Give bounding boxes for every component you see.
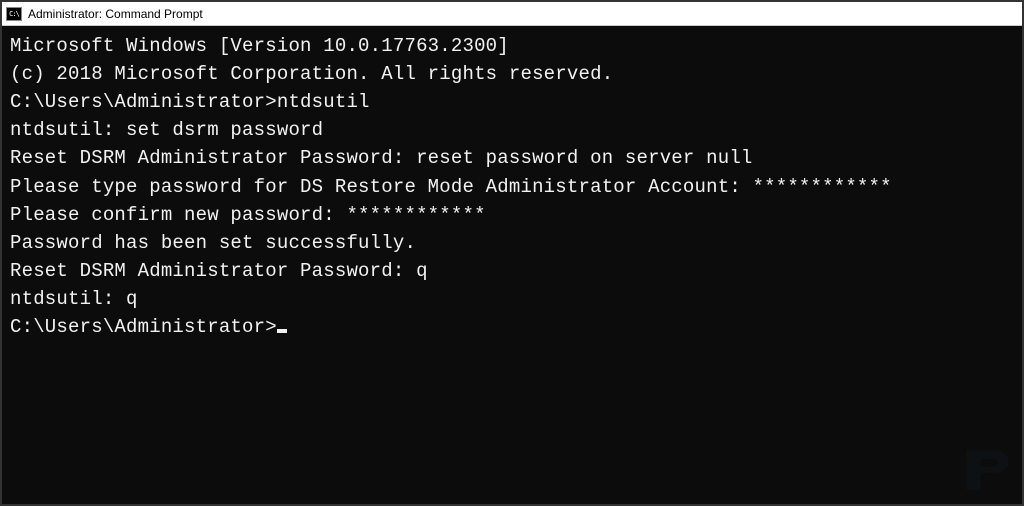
terminal-line: Reset DSRM Administrator Password: reset…	[10, 144, 1014, 172]
terminal-line: Microsoft Windows [Version 10.0.17763.23…	[10, 32, 1014, 60]
cmd-icon: C:\	[6, 7, 22, 21]
terminal-prompt-line: C:\Users\Administrator>	[10, 313, 1014, 341]
terminal-line: ntdsutil: q	[10, 285, 1014, 313]
window-title: Administrator: Command Prompt	[28, 7, 203, 21]
terminal-cursor	[277, 329, 287, 333]
terminal-line: ntdsutil: set dsrm password	[10, 116, 1014, 144]
terminal-line: Please confirm new password: ***********…	[10, 201, 1014, 229]
terminal-prompt: C:\Users\Administrator>	[10, 316, 277, 338]
terminal-line: (c) 2018 Microsoft Corporation. All righ…	[10, 60, 1014, 88]
terminal-line: Password has been set successfully.	[10, 229, 1014, 257]
terminal-line: Please type password for DS Restore Mode…	[10, 173, 1014, 201]
window-titlebar[interactable]: C:\ Administrator: Command Prompt	[2, 2, 1022, 26]
terminal-line: Reset DSRM Administrator Password: q	[10, 257, 1014, 285]
terminal-viewport[interactable]: Microsoft Windows [Version 10.0.17763.23…	[2, 26, 1022, 504]
terminal-line: C:\Users\Administrator>ntdsutil	[10, 88, 1014, 116]
